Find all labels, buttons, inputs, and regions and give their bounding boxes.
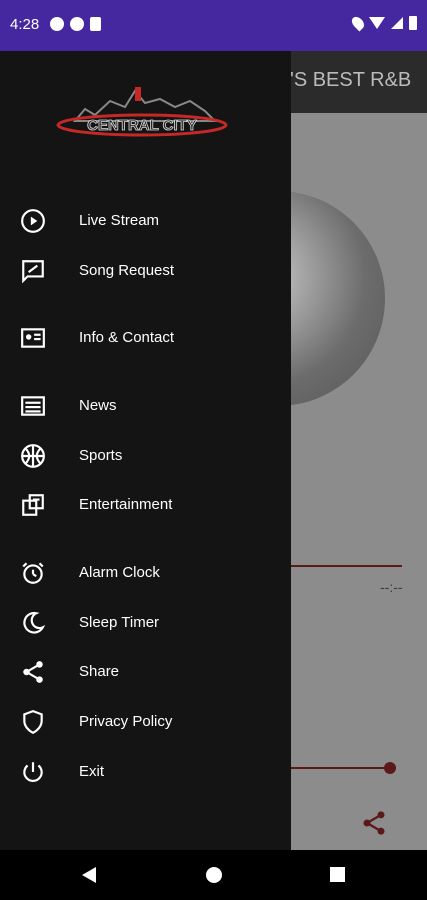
location-icon xyxy=(349,14,367,32)
media-notification-icon xyxy=(50,17,64,31)
menu-item-privacy-policy[interactable]: Privacy Policy xyxy=(0,699,291,743)
status-time: 4:28 xyxy=(10,16,40,33)
basketball-icon xyxy=(20,443,46,469)
menu-item-label: Alarm Clock xyxy=(79,563,160,581)
menu-item-label: Exit xyxy=(79,762,105,780)
menu-item-label: Sports xyxy=(79,446,123,464)
menu-item-exit[interactable]: Exit xyxy=(0,749,291,793)
wifi-icon xyxy=(369,17,385,29)
navigation-drawer: CENTRAL CITY Live Stream Song Request In… xyxy=(0,51,291,850)
menu-item-label: Sleep Timer xyxy=(79,613,160,631)
share-icon xyxy=(20,659,46,685)
menu-item-label: Song Request xyxy=(79,261,175,279)
recents-icon[interactable] xyxy=(330,867,345,882)
menu-item-label: News xyxy=(79,396,117,414)
status-bar: 4:28 xyxy=(0,0,427,51)
play-circle-icon xyxy=(20,208,46,234)
shield-icon xyxy=(20,709,46,735)
volume-slider[interactable] xyxy=(290,767,390,769)
menu-item-song-request[interactable]: Song Request xyxy=(0,248,291,292)
menu-item-live-stream[interactable]: Live Stream xyxy=(0,198,291,242)
power-icon xyxy=(20,759,46,785)
progress-bar[interactable] xyxy=(290,565,402,567)
menu-item-label: Entertainment xyxy=(79,495,173,513)
menu-item-info-contact[interactable]: Info & Contact xyxy=(0,315,291,359)
menu-item-sports[interactable]: Sports xyxy=(0,433,291,477)
volume-slider-knob[interactable] xyxy=(384,762,396,774)
app-notification-icon xyxy=(70,17,84,31)
menu-item-entertainment[interactable]: Entertainment xyxy=(0,482,291,526)
toolbar-title: 'S BEST R&B xyxy=(290,69,412,91)
moon-icon xyxy=(20,610,46,636)
menu-item-label: Privacy Policy xyxy=(79,712,173,730)
battery-icon xyxy=(409,16,417,30)
svg-text:CENTRAL CITY: CENTRAL CITY xyxy=(87,117,197,134)
news-icon xyxy=(20,393,46,419)
menu-item-news[interactable]: News xyxy=(0,383,291,427)
home-icon[interactable] xyxy=(206,867,222,883)
menu-item-label: Live Stream xyxy=(79,211,160,229)
menu-item-sleep-timer[interactable]: Sleep Timer xyxy=(0,600,291,644)
contact-card-icon xyxy=(20,325,46,351)
menu-item-share[interactable]: Share xyxy=(0,649,291,693)
request-icon xyxy=(20,258,46,284)
menu-item-label: Info & Contact xyxy=(79,328,175,346)
signal-icon xyxy=(391,17,403,29)
elapsed-time: --:-- xyxy=(380,579,403,595)
menu-item-label: Share xyxy=(79,662,120,680)
entertainment-icon xyxy=(20,492,46,518)
alarm-icon xyxy=(20,560,46,586)
central-city-logo: CENTRAL CITY xyxy=(56,87,228,137)
sim-notification-icon xyxy=(90,17,101,31)
back-icon[interactable] xyxy=(82,867,96,883)
share-icon[interactable] xyxy=(360,809,388,837)
menu-item-alarm-clock[interactable]: Alarm Clock xyxy=(0,550,291,594)
